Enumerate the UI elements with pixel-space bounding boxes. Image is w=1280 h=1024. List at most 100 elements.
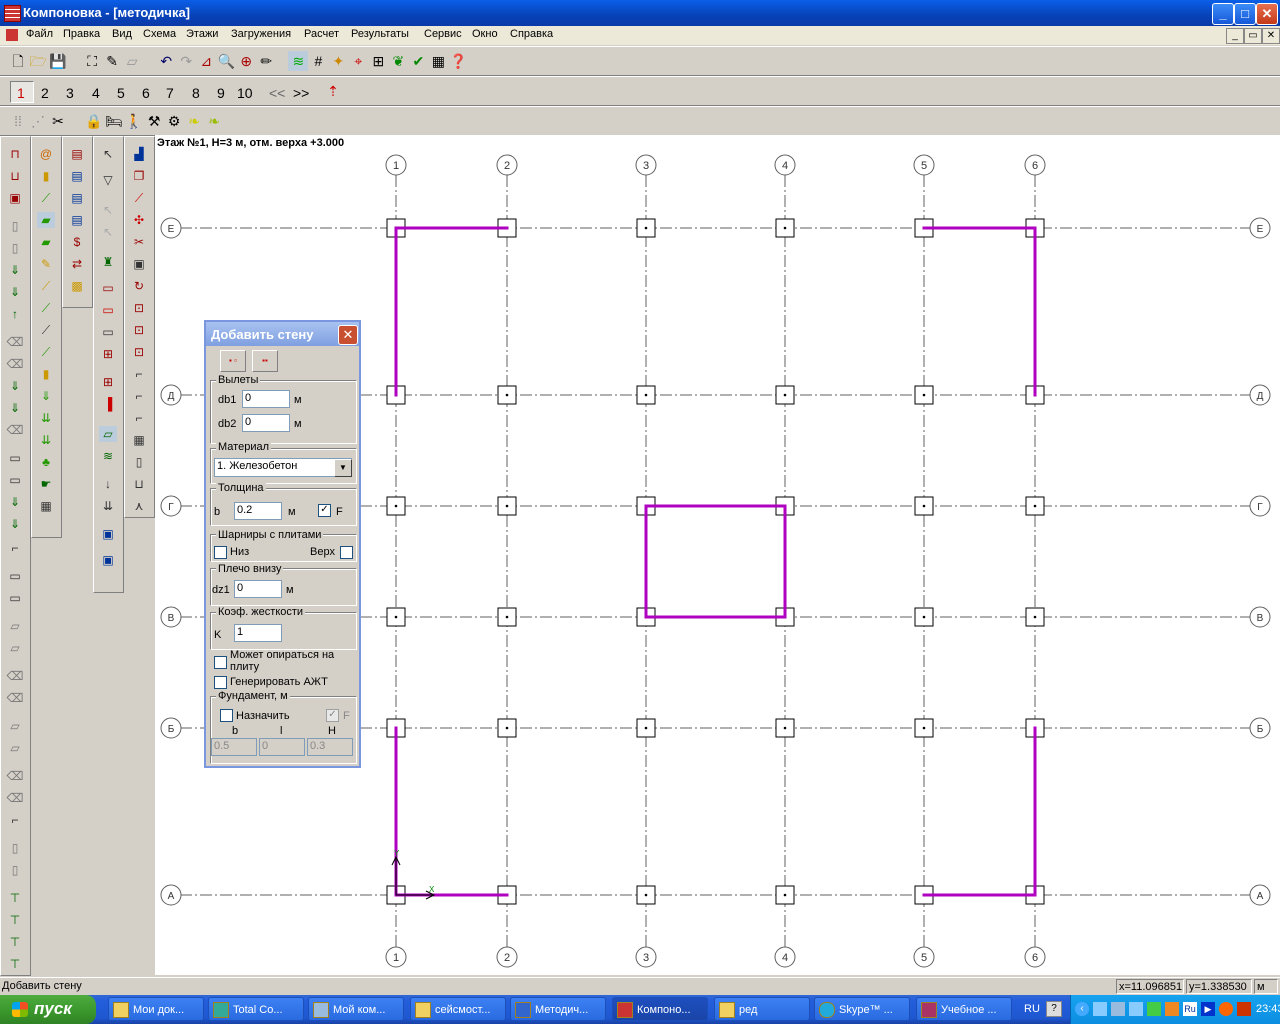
task-method[interactable]: Методич...	[510, 997, 606, 1021]
menu-service[interactable]: Сервис	[424, 28, 462, 40]
diag-icon[interactable]: ⟋	[37, 322, 55, 338]
db1-input[interactable]: 0	[242, 390, 290, 408]
cut-icon[interactable]: ✂	[130, 234, 148, 250]
leaf-icon[interactable]: ❦	[388, 51, 408, 71]
wall-mode-1-icon[interactable]: ▪ ▫	[220, 350, 246, 372]
close-button[interactable]: ✕	[1256, 3, 1278, 25]
rect-red-icon[interactable]: ▭	[99, 302, 117, 318]
parallelogram-icon[interactable]: ▱	[122, 51, 142, 71]
can-rest-checkbox[interactable]	[214, 656, 227, 669]
tools-icon[interactable]: ⚙	[164, 111, 184, 131]
pair2-icon[interactable]: ▣	[99, 552, 117, 568]
task-my-docs[interactable]: Мои док...	[108, 997, 204, 1021]
maximize-button[interactable]: □	[1234, 3, 1256, 25]
arrow-up-icon[interactable]: ↑	[6, 306, 24, 322]
load-f-icon[interactable]: ⇓	[6, 284, 24, 300]
col2-n-icon[interactable]: ▯	[6, 862, 24, 878]
frame-icon[interactable]: ⛶	[82, 51, 102, 71]
db2-input[interactable]: 0	[242, 414, 290, 432]
material-dropdown-icon[interactable]: ▼	[334, 459, 352, 477]
task-seismo[interactable]: сейсмост...	[410, 997, 506, 1021]
arrow-down-icon[interactable]: ↓	[99, 476, 117, 492]
u-icon[interactable]: ⊔	[130, 476, 148, 492]
skype-tray-icon[interactable]	[1219, 1002, 1233, 1016]
eraser-icon[interactable]: ⌫	[6, 334, 24, 350]
leaf-yellow-icon[interactable]: ❧	[184, 111, 204, 131]
slab2-n-icon[interactable]: ⌫	[6, 690, 24, 706]
slab-sel-icon[interactable]: ▰	[37, 212, 55, 228]
wall-top-left[interactable]	[394, 226, 509, 397]
mdi-restore-button[interactable]: ▭	[1244, 28, 1262, 44]
foundation-l-input[interactable]: 0	[259, 738, 305, 756]
new-file-icon[interactable]: 🗋	[8, 51, 28, 71]
slab4-icon[interactable]: ⌫	[6, 768, 24, 784]
rotate-icon[interactable]: ↻	[130, 278, 148, 294]
task-red[interactable]: ред	[714, 997, 810, 1021]
axes-icon[interactable]: ⊿	[196, 51, 216, 71]
rect2-n-icon[interactable]: ▭	[6, 590, 24, 606]
stairs5-icon[interactable]: ⌐	[130, 410, 148, 426]
dollar-icon[interactable]: $	[68, 234, 86, 250]
found-icon[interactable]: ⊤	[6, 890, 24, 906]
table-blue2-icon[interactable]: ▤	[68, 190, 86, 206]
found3-icon[interactable]: ⊤	[6, 934, 24, 950]
person-icon[interactable]: 🚶	[124, 111, 144, 131]
stairs-icon[interactable]: ⌐	[6, 540, 24, 556]
grid-icon[interactable]: #	[308, 51, 328, 71]
foundation-b-input[interactable]: 0.5	[211, 738, 257, 756]
rect3-icon[interactable]: ▭	[99, 324, 117, 340]
floor-3-button[interactable]: 3	[66, 85, 74, 101]
load3-icon[interactable]: ⇓	[6, 400, 24, 416]
layers-icon[interactable]: ≋	[288, 51, 309, 71]
table-blue3-icon[interactable]: ▤	[68, 212, 86, 228]
stack-icon[interactable]: ≋	[99, 448, 117, 464]
select-node-icon[interactable]: ⌖	[348, 51, 368, 71]
network2-icon[interactable]	[1111, 1002, 1125, 1016]
menu-scheme[interactable]: Схема	[143, 28, 176, 40]
material-select[interactable]: 1. Железобетон	[214, 458, 352, 477]
mdi-close-button[interactable]: ✕	[1262, 28, 1280, 44]
compass-icon[interactable]: ⋏	[130, 498, 148, 514]
wall-mode-2-icon[interactable]: ▪▪	[252, 350, 278, 372]
doc-icon[interactable]	[6, 29, 18, 41]
bottle-icon[interactable]: ♜	[99, 254, 117, 270]
menu-floors[interactable]: Этажи	[186, 28, 218, 40]
load7-icon[interactable]: ⇊	[37, 410, 55, 426]
save-icon[interactable]: 💾	[48, 51, 68, 71]
eraser2-icon[interactable]: ⌫	[6, 422, 24, 438]
chart-icon[interactable]: ▟	[130, 146, 148, 162]
rect-icon[interactable]: ▭	[6, 450, 24, 466]
at-icon[interactable]: @	[37, 146, 55, 162]
load2-icon[interactable]: ⇓	[6, 378, 24, 394]
dz1-input[interactable]: 0	[234, 580, 282, 598]
grid-diag-icon[interactable]: ⋰	[28, 111, 48, 131]
ru-keyboard-icon[interactable]: Ru	[1183, 1002, 1197, 1016]
menu-file[interactable]: Файл	[26, 28, 53, 40]
plane-icon[interactable]: ▱	[99, 426, 117, 442]
undo-icon[interactable]: ↶	[156, 51, 176, 71]
box3-icon[interactable]: ⊡	[130, 322, 148, 338]
ramp-icon[interactable]: ⟋	[37, 300, 55, 316]
load6-icon[interactable]: ⇓	[37, 388, 55, 404]
wall-core[interactable]	[644, 504, 787, 619]
cursor3-icon[interactable]: ↖	[99, 224, 117, 240]
menu-view[interactable]: Вид	[112, 28, 132, 40]
floor-9-button[interactable]: 9	[217, 85, 225, 101]
load4-icon[interactable]: ⇓	[6, 494, 24, 510]
tray-expand-icon[interactable]: ‹	[1075, 1002, 1089, 1016]
eraser-n-icon[interactable]: ⌫	[6, 356, 24, 372]
stairs4-icon[interactable]: ⌐	[130, 388, 148, 404]
slab-n-icon[interactable]: ▱	[6, 640, 24, 656]
beam2-icon[interactable]: ⟋	[37, 190, 55, 206]
foundation-f-checkbox[interactable]: ✓	[326, 709, 339, 722]
hinge-bottom-checkbox[interactable]	[214, 546, 227, 559]
col-u-icon[interactable]: ▯	[130, 454, 148, 470]
grid2-icon[interactable]: ▦	[37, 498, 55, 514]
check-icon[interactable]: ✔	[408, 51, 428, 71]
prev-floors-button[interactable]: <<	[269, 85, 285, 101]
floor-4-button[interactable]: 4	[92, 85, 100, 101]
beam-icon[interactable]: ⊓	[6, 146, 24, 162]
floor-10-button[interactable]: 10	[237, 85, 253, 101]
menu-calc[interactable]: Расчет	[304, 28, 339, 40]
column-n-icon[interactable]: ▯	[6, 240, 24, 256]
